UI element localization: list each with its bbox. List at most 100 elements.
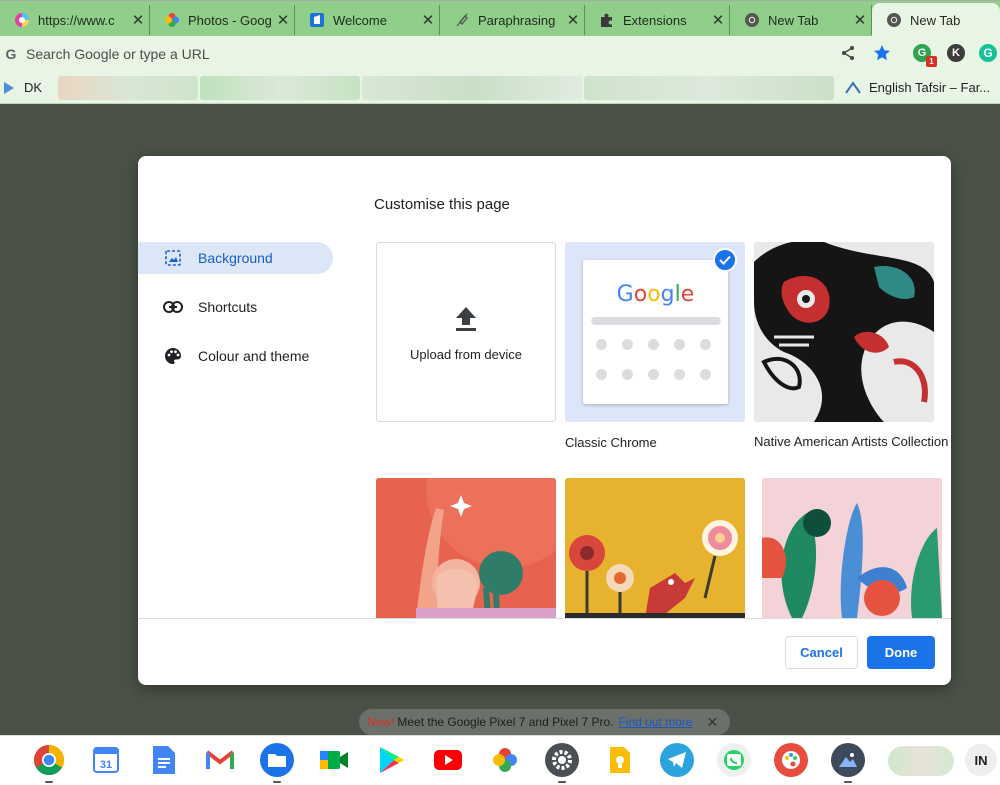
native-american-label: Native American Artists Collection xyxy=(754,434,949,449)
meet-icon[interactable] xyxy=(317,743,351,777)
cancel-button[interactable]: Cancel xyxy=(785,636,858,669)
background-tile-leaves[interactable] xyxy=(762,478,942,618)
background-icon xyxy=(162,249,184,267)
promo-text: Meet the Google Pixel 7 and Pixel 7 Pro. xyxy=(397,715,614,729)
tab-3[interactable]: Welcome ✕ xyxy=(295,5,440,35)
running-indicator xyxy=(844,781,852,783)
chrome-icon[interactable] xyxy=(32,743,66,783)
bookmark-english-tafsir[interactable]: English Tafsir – Far... xyxy=(845,80,990,95)
tab-4[interactable]: Paraphrasing ✕ xyxy=(440,5,585,35)
upload-icon xyxy=(455,306,477,335)
close-icon[interactable]: ✕ xyxy=(417,11,439,29)
tab-new-tab-active[interactable]: New Tab xyxy=(872,3,1000,37)
close-icon[interactable]: ✕ xyxy=(707,11,729,29)
close-icon[interactable]: ✕ xyxy=(127,11,149,29)
extension-badge: 1 xyxy=(926,56,937,67)
illustration-leaves-image xyxy=(762,478,942,618)
preview-shortcut-dot xyxy=(648,369,659,380)
bookmark-label: DK xyxy=(24,80,43,95)
promo-new-label: New! xyxy=(367,715,395,729)
quran-app-icon xyxy=(845,80,861,94)
close-icon[interactable]: ✕ xyxy=(562,11,584,29)
running-indicator xyxy=(45,781,53,783)
sidebar-item-background[interactable]: Background xyxy=(138,242,333,274)
tab-5[interactable]: Extensions ✕ xyxy=(585,5,730,35)
tab-title: Welcome xyxy=(333,12,387,28)
omnibox-placeholder: Search Google or type a URL xyxy=(26,46,210,62)
photos-icon[interactable] xyxy=(488,743,522,777)
close-icon[interactable]: ✕ xyxy=(272,11,294,29)
whatsapp-icon[interactable] xyxy=(717,743,751,777)
illustration-flowers-image xyxy=(565,478,745,618)
docs-icon[interactable] xyxy=(147,743,181,777)
preview-shortcut-dot xyxy=(648,339,659,350)
blurred-bookmark[interactable] xyxy=(362,76,582,100)
quill-icon xyxy=(454,12,470,28)
preview-shortcut-dot xyxy=(674,339,685,350)
tab-2[interactable]: Photos - Goog ✕ xyxy=(150,5,295,35)
input-method-indicator[interactable]: IN xyxy=(965,744,997,776)
background-tiles: Upload from device Google Classic Chrome… xyxy=(375,241,951,618)
preview-shortcut-dot xyxy=(596,369,607,380)
customise-dialog: Customise this page Background Shortcuts… xyxy=(138,156,951,685)
close-icon[interactable]: ✕ xyxy=(849,11,871,29)
puzzle-icon xyxy=(599,12,615,28)
selected-check-icon xyxy=(713,248,737,272)
gmail-icon[interactable] xyxy=(203,743,237,777)
keep-icon[interactable] xyxy=(603,743,637,777)
profile-avatar[interactable]: K xyxy=(947,44,965,62)
close-icon[interactable]: ✕ xyxy=(707,714,719,731)
tab-title: Extensions xyxy=(623,12,687,28)
system-shelf: 31 IN xyxy=(0,735,1000,785)
native-american-artists-tile[interactable] xyxy=(754,242,934,422)
blurred-bookmark[interactable] xyxy=(58,76,198,100)
upload-from-device-tile[interactable]: Upload from device xyxy=(376,242,556,422)
classic-chrome-label: Classic Chrome xyxy=(565,435,657,450)
background-tile-flowers[interactable] xyxy=(565,478,745,618)
settings-icon[interactable] xyxy=(545,743,579,783)
extension-grammar-icon[interactable]: G1 xyxy=(913,44,937,67)
pixel-promo-chip: New! Meet the Google Pixel 7 and Pixel 7… xyxy=(359,709,730,735)
classic-chrome-tile[interactable]: Google xyxy=(565,242,745,422)
telegram-icon[interactable] xyxy=(660,743,694,777)
preview-shortcut-dot xyxy=(674,369,685,380)
done-button[interactable]: Done xyxy=(867,636,935,669)
chrome-icon xyxy=(744,12,760,28)
tab-1[interactable]: https://www.c ✕ xyxy=(0,5,150,35)
preview-shortcut-dot xyxy=(622,369,633,380)
running-indicator xyxy=(273,781,281,783)
screen-capture-icon[interactable] xyxy=(831,743,865,783)
sidebar-item-label: Shortcuts xyxy=(198,299,258,315)
bookmark-star-icon[interactable] xyxy=(873,44,891,67)
blurred-bookmark[interactable] xyxy=(200,76,360,100)
preview-shortcut-dot xyxy=(622,339,633,350)
background-tile-girls[interactable] xyxy=(376,478,556,618)
sidebar-item-label: Background xyxy=(198,250,273,266)
bookmark-dk[interactable]: DK xyxy=(4,80,42,95)
sidebar-item-colour-and-theme[interactable]: Colour and theme xyxy=(138,340,333,372)
share-icon[interactable] xyxy=(840,45,856,66)
status-tray[interactable] xyxy=(888,746,954,776)
calendar-day: 31 xyxy=(100,759,112,771)
tab-strip: https://www.c ✕ Photos - Goog ✕ Welcome … xyxy=(0,0,1000,37)
tab-title: Photos - Goog xyxy=(188,12,272,28)
preview-shortcut-dot xyxy=(700,339,711,350)
files-icon[interactable] xyxy=(260,743,294,783)
toolbar: G Search Google or type a URL G1 K G xyxy=(0,36,1000,72)
grammarly-icon[interactable]: G xyxy=(979,44,997,62)
sidebar-item-shortcuts[interactable]: Shortcuts xyxy=(138,291,333,323)
tab-6[interactable]: New Tab ✕ xyxy=(730,5,872,35)
tab-title: New Tab xyxy=(768,12,819,28)
play-store-icon[interactable] xyxy=(374,743,408,777)
palette-app-icon[interactable] xyxy=(774,743,808,777)
dialog-footer-divider xyxy=(138,618,951,619)
blurred-bookmark[interactable] xyxy=(584,76,834,100)
promo-find-out-more-link[interactable]: Find out more xyxy=(618,715,692,729)
omnibox[interactable]: G Search Google or type a URL xyxy=(0,38,902,70)
calendar-icon[interactable]: 31 xyxy=(89,743,123,777)
dialog-title: Customise this page xyxy=(374,196,510,213)
tab-title: New Tab xyxy=(910,12,961,28)
link-icon xyxy=(162,301,184,313)
play-triangle-icon xyxy=(4,81,14,94)
youtube-icon[interactable] xyxy=(431,743,465,777)
